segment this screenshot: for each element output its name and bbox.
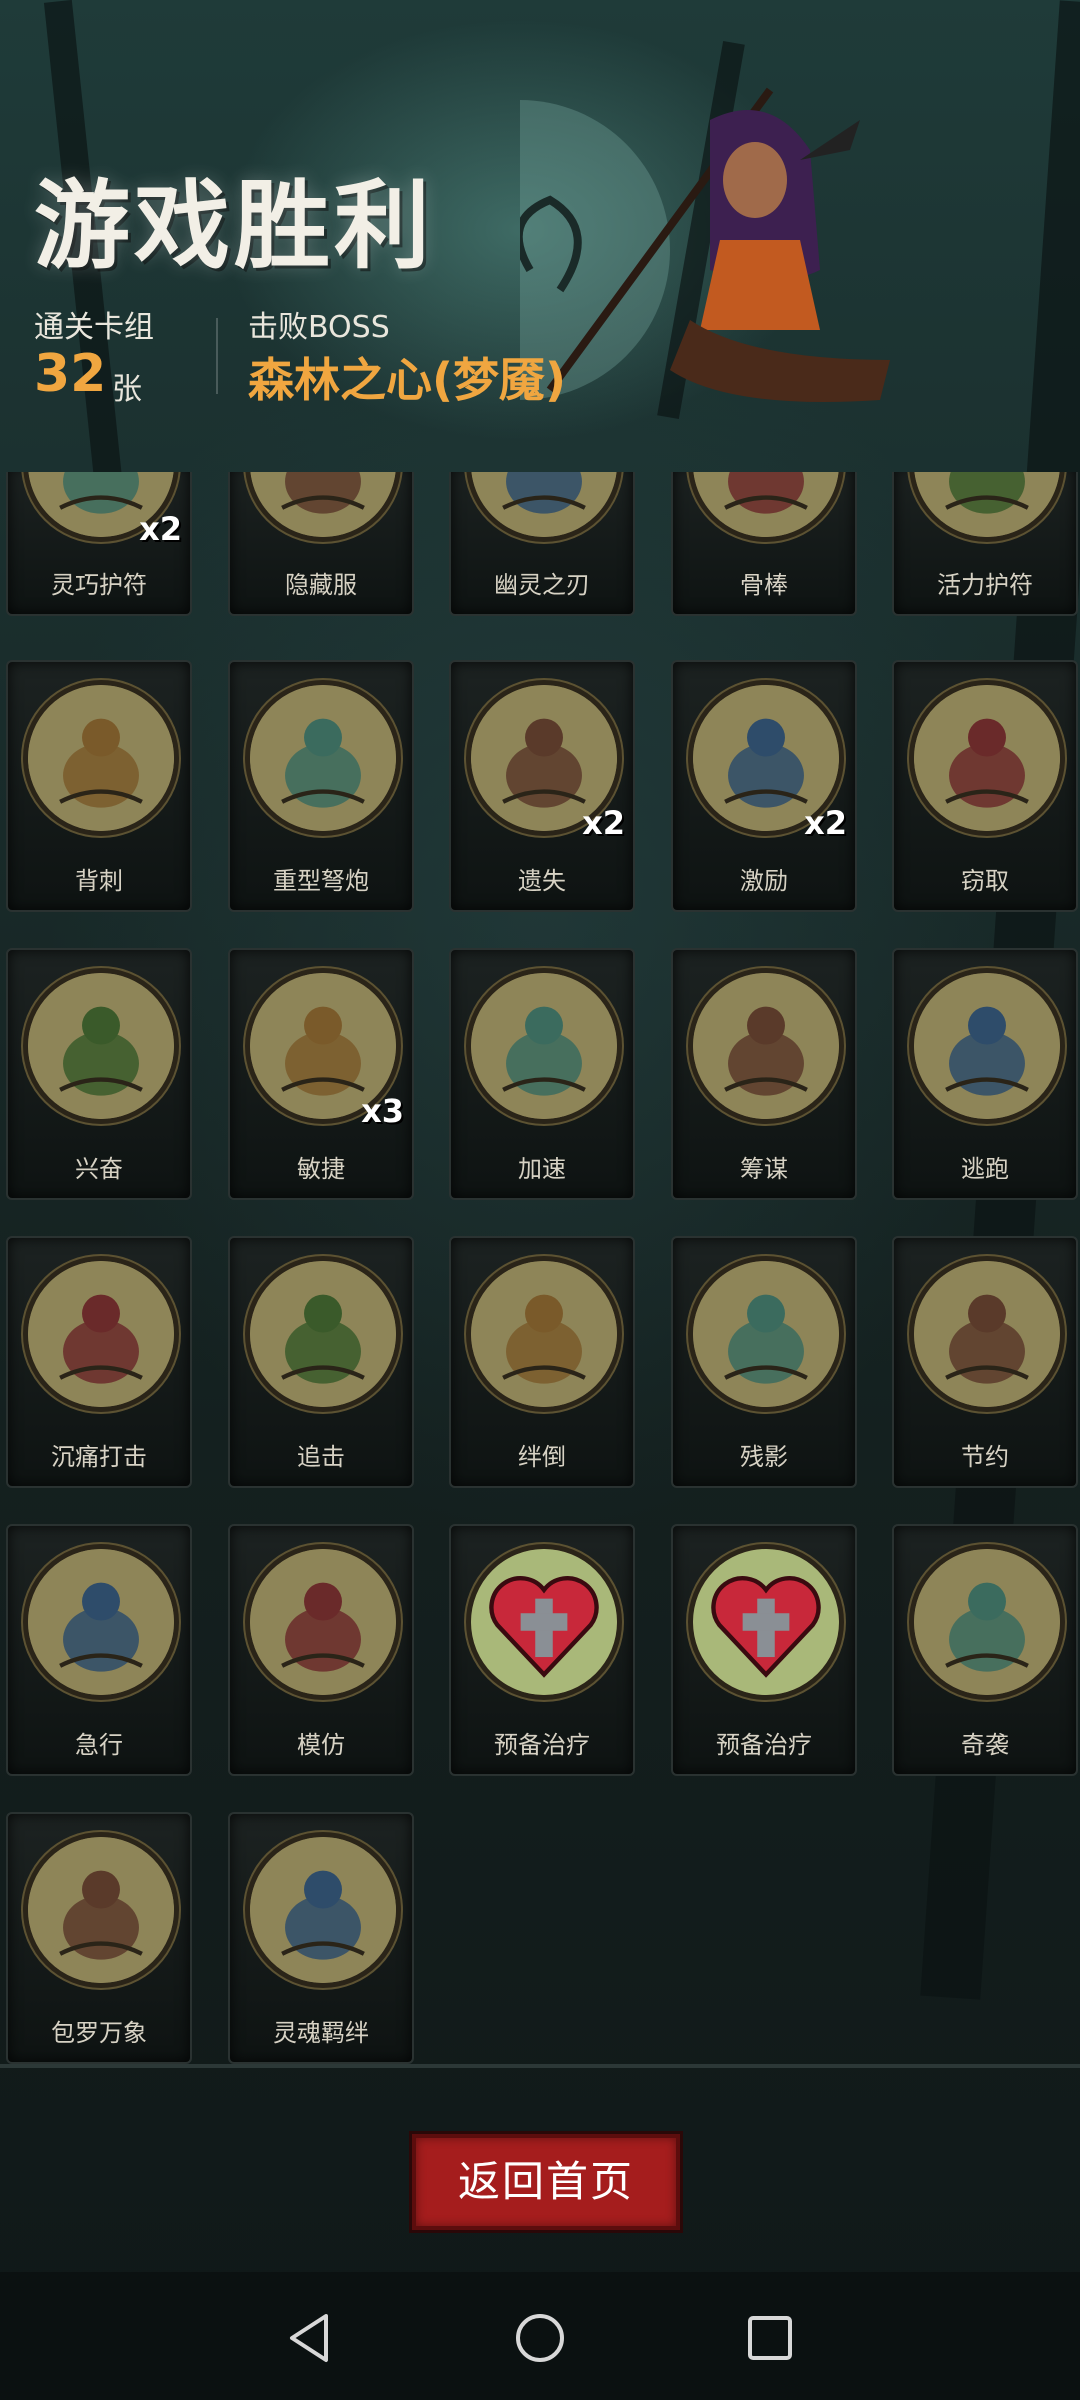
card-name: 逃跑 xyxy=(961,1155,1009,1183)
card-tile[interactable]: 沉痛打击 xyxy=(6,1236,192,1488)
card-name: 奇袭 xyxy=(961,1731,1009,1759)
card-name: 节约 xyxy=(961,1443,1009,1471)
card-tile[interactable]: 节约 xyxy=(892,1236,1078,1488)
card-tile[interactable]: 灵魂羁绊 xyxy=(228,1812,414,2064)
victory-header: 游戏胜利 通关卡组 32 张 击败BOSS 森林之心(梦魇) xyxy=(0,0,1080,460)
hero-illustration xyxy=(520,87,890,402)
ambush-icon xyxy=(909,1544,1065,1700)
card-tile[interactable]: 逃跑 xyxy=(892,948,1078,1200)
card-tile[interactable]: 残影 xyxy=(671,1236,857,1488)
card-tile[interactable]: 加速 xyxy=(449,948,635,1200)
card-tile[interactable]: 重型弩炮 xyxy=(228,660,414,912)
all-encompassing-icon xyxy=(23,1832,179,1988)
backstab-icon xyxy=(23,680,179,836)
card-tile[interactable]: 遗失 x2 xyxy=(449,660,635,912)
heart-cross-icon xyxy=(688,1544,844,1700)
card-tile[interactable]: 活力护符 xyxy=(892,472,1078,616)
soul-bond-icon xyxy=(245,1832,401,1988)
card-name: 模仿 xyxy=(297,1731,345,1759)
card-name: 绊倒 xyxy=(518,1443,566,1471)
card-name: 包罗万象 xyxy=(51,2019,147,2047)
boss-name: 森林之心(梦魇) xyxy=(248,353,567,407)
card-name: 重型弩炮 xyxy=(273,867,369,895)
cloak-icon xyxy=(245,472,401,542)
card-name: 残影 xyxy=(740,1443,788,1471)
card-tile[interactable]: 敏捷 x3 xyxy=(228,948,414,1200)
card-name: 追击 xyxy=(297,1443,345,1471)
card-tile[interactable]: 背刺 xyxy=(6,660,192,912)
afterimage-icon xyxy=(688,1256,844,1412)
card-deck-grid[interactable]: 灵巧护符 x2 隐藏服 幽灵之刃 骨棒 活力护符背刺 重型弩炮 遗失 x2 激励 x2 窃取兴奋 敏捷 x… xyxy=(0,472,1080,2072)
victory-title: 游戏胜利 xyxy=(34,170,434,282)
card-tile[interactable]: 筹谋 xyxy=(671,948,857,1200)
card-name: 幽灵之刃 xyxy=(494,571,590,599)
return-home-button[interactable]: 返回首页 xyxy=(412,2134,680,2230)
thrift-icon xyxy=(909,1256,1065,1412)
trip-icon xyxy=(466,1256,622,1412)
card-tile[interactable]: 骨棒 xyxy=(671,472,857,616)
scheme-icon xyxy=(688,968,844,1124)
card-tile[interactable]: 绊倒 xyxy=(449,1236,635,1488)
deck-count: 32 xyxy=(34,344,107,404)
card-name: 活力护符 xyxy=(937,571,1033,599)
deck-label: 通关卡组 xyxy=(34,310,154,345)
heavy-strike-icon xyxy=(23,1256,179,1412)
card-tile[interactable]: 窃取 xyxy=(892,660,1078,912)
card-name: 灵巧护符 xyxy=(51,571,147,599)
steal-icon xyxy=(909,680,1065,836)
bone-club-icon xyxy=(688,472,844,542)
card-name: 遗失 xyxy=(518,867,566,895)
home-circle-icon[interactable] xyxy=(510,2308,570,2368)
card-name: 灵魂羁绊 xyxy=(273,2019,369,2047)
stat-divider xyxy=(216,318,218,394)
card-tile[interactable]: 奇袭 xyxy=(892,1524,1078,1776)
card-tile[interactable]: 兴奋 xyxy=(6,948,192,1200)
vitality-amulet-icon xyxy=(909,472,1065,542)
card-name: 筹谋 xyxy=(740,1155,788,1183)
pursuit-icon xyxy=(245,1256,401,1412)
card-name: 背刺 xyxy=(75,867,123,895)
card-name: 预备治疗 xyxy=(494,1731,590,1759)
card-tile[interactable]: 预备治疗 xyxy=(671,1524,857,1776)
excite-icon xyxy=(23,968,179,1124)
card-tile[interactable]: 急行 xyxy=(6,1524,192,1776)
back-triangle-icon[interactable] xyxy=(280,2308,340,2368)
boss-label: 击败BOSS xyxy=(248,310,390,345)
card-name: 隐藏服 xyxy=(285,571,357,599)
card-multiplier: x2 xyxy=(139,510,182,548)
system-nav-bar xyxy=(0,2272,1080,2400)
card-name: 沉痛打击 xyxy=(51,1443,147,1471)
deck-unit: 张 xyxy=(112,372,142,407)
mimic-icon xyxy=(245,1544,401,1700)
recents-square-icon[interactable] xyxy=(740,2308,800,2368)
card-multiplier: x2 xyxy=(804,804,847,842)
haste-icon xyxy=(466,968,622,1124)
dash-icon xyxy=(23,1544,179,1700)
card-name: 急行 xyxy=(75,1731,123,1759)
card-tile[interactable]: 追击 xyxy=(228,1236,414,1488)
card-name: 骨棒 xyxy=(740,571,788,599)
card-name: 窃取 xyxy=(961,867,1009,895)
card-tile[interactable]: 隐藏服 xyxy=(228,472,414,616)
card-tile[interactable]: 幽灵之刃 xyxy=(449,472,635,616)
panel-divider xyxy=(0,2064,1080,2068)
card-name: 预备治疗 xyxy=(716,1731,812,1759)
card-tile[interactable]: 模仿 xyxy=(228,1524,414,1776)
card-name: 激励 xyxy=(740,867,788,895)
card-tile[interactable]: 灵巧护符 x2 xyxy=(6,472,192,616)
card-tile[interactable]: 包罗万象 xyxy=(6,1812,192,2064)
card-multiplier: x3 xyxy=(361,1092,404,1130)
card-name: 敏捷 xyxy=(297,1155,345,1183)
card-name: 兴奋 xyxy=(75,1155,123,1183)
ballista-icon xyxy=(245,680,401,836)
card-tile[interactable]: 激励 x2 xyxy=(671,660,857,912)
flee-icon xyxy=(909,968,1065,1124)
card-name: 加速 xyxy=(518,1155,566,1183)
heart-cross-icon xyxy=(466,1544,622,1700)
card-multiplier: x2 xyxy=(582,804,625,842)
ghost-blade-icon xyxy=(466,472,622,542)
card-tile[interactable]: 预备治疗 xyxy=(449,1524,635,1776)
